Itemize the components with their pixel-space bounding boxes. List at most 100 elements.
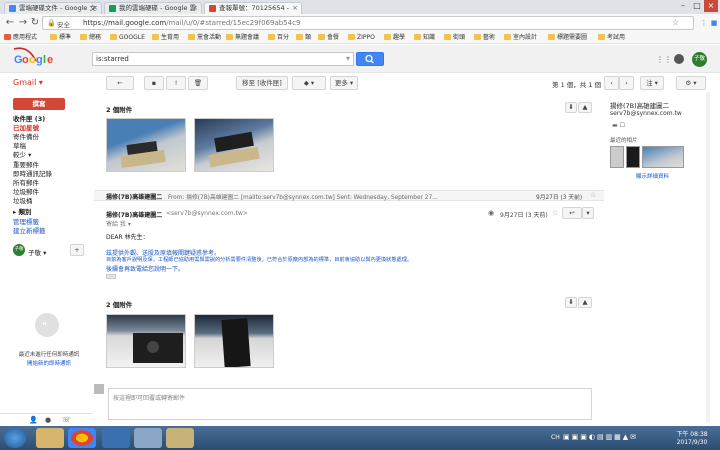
- maximize-icon[interactable]: □: [690, 0, 704, 12]
- bookmark-item[interactable]: 趣學: [384, 33, 405, 42]
- bookmark-item[interactable]: 類: [296, 33, 311, 42]
- close-icon[interactable]: ×: [92, 3, 98, 14]
- contact-actions-icon[interactable]: ▬ ☐: [612, 122, 625, 129]
- nav-sent[interactable]: 寄件備份: [13, 133, 39, 141]
- back-icon[interactable]: ←: [4, 17, 16, 29]
- older-icon[interactable]: ›: [619, 76, 634, 90]
- back-to-list-button[interactable]: ←: [106, 76, 134, 90]
- delete-icon[interactable]: 🗑: [188, 76, 208, 90]
- nav-chats[interactable]: 即時通訊記錄: [13, 170, 52, 178]
- bookmark-item[interactable]: 無題會議: [226, 33, 259, 42]
- explorer-icon[interactable]: [36, 428, 64, 448]
- recent-photo[interactable]: [626, 146, 640, 168]
- star-icon[interactable]: ☆: [552, 209, 558, 217]
- bookmark-item[interactable]: 知識: [414, 33, 435, 42]
- search-options-icon[interactable]: ▾: [346, 54, 350, 63]
- bookmark-item[interactable]: 考試用: [598, 33, 625, 42]
- bookmark-item[interactable]: 會餐: [318, 33, 339, 42]
- chrome-icon[interactable]: [68, 428, 96, 448]
- search-box[interactable]: is:starred ▾: [92, 52, 354, 66]
- gmail-app-label[interactable]: Gmail ▾: [13, 78, 43, 87]
- contact-name[interactable]: 揚修(7B)高雄建圖二: [610, 100, 669, 110]
- new-chat-button[interactable]: +: [70, 244, 84, 256]
- nav-create-label[interactable]: 建立新標籤: [13, 227, 46, 235]
- notifications-icon[interactable]: [674, 54, 684, 64]
- recent-photo[interactable]: [610, 146, 624, 168]
- archive-icon[interactable]: ▪: [144, 76, 164, 90]
- browser-tab-2[interactable]: 我的雲端硬碟 - Google 雲 ×: [104, 2, 202, 14]
- bookmark-item[interactable]: 總務: [80, 33, 101, 42]
- scrollbar[interactable]: [706, 92, 710, 422]
- nav-categories[interactable]: ▸ 類別: [13, 208, 32, 216]
- show-details-link[interactable]: 顯示詳細資料: [636, 172, 669, 180]
- reply-button[interactable]: ↩: [562, 207, 582, 219]
- app-icon[interactable]: [102, 428, 130, 448]
- move-to-inbox-button[interactable]: 移至 [收件匣]: [236, 76, 288, 90]
- bookmark-item[interactable]: ZIPPO: [348, 33, 375, 42]
- bookmark-item[interactable]: 室內設計: [504, 33, 537, 42]
- app-icon[interactable]: [166, 428, 194, 448]
- close-icon[interactable]: ×: [292, 3, 298, 14]
- nav-trash[interactable]: 垃圾桶: [13, 197, 33, 205]
- newer-icon[interactable]: ‹: [604, 76, 619, 90]
- bookmark-item[interactable]: 生育用: [152, 33, 179, 42]
- minimize-icon[interactable]: –: [676, 0, 690, 12]
- bookmark-apps[interactable]: 應用程式: [4, 33, 37, 42]
- compose-button[interactable]: 撰寫: [13, 98, 65, 110]
- download-all-icon[interactable]: ⬇: [565, 297, 577, 308]
- attachment-thumbnail[interactable]: [194, 314, 274, 368]
- labels-button[interactable]: ◆ ▾: [292, 76, 326, 90]
- search-input[interactable]: is:starred: [96, 55, 129, 63]
- close-icon[interactable]: ×: [192, 3, 198, 14]
- more-actions-icon[interactable]: ▾: [582, 207, 594, 219]
- reload-icon[interactable]: ↻: [29, 17, 41, 29]
- hangouts-small-icon[interactable]: ●: [45, 416, 51, 424]
- settings-button[interactable]: ⚙ ▾: [676, 76, 706, 90]
- bookmark-item[interactable]: 街頭: [444, 33, 465, 42]
- collapsed-message[interactable]: 揚修(7B)高雄建圖二 From: 揚修(7B)高雄建圖二 [mailto:se…: [94, 190, 604, 201]
- apps-grid-icon[interactable]: ⋮⋮: [656, 55, 672, 64]
- attachment-thumbnail[interactable]: [194, 118, 274, 172]
- chat-user-name[interactable]: 子敬 ▾: [28, 247, 46, 257]
- bookmark-item[interactable]: 標準: [50, 33, 71, 42]
- bookmark-item[interactable]: 藝術: [474, 33, 495, 42]
- bookmark-item[interactable]: 黨會活動: [188, 33, 221, 42]
- reply-box[interactable]: 按這裡即可回覆或轉寄郵件: [108, 388, 592, 420]
- phone-icon[interactable]: ☏: [62, 416, 71, 424]
- extension-icon[interactable]: ■: [708, 17, 720, 29]
- input-tools-button[interactable]: 注 ▾: [640, 76, 664, 90]
- report-spam-icon[interactable]: !: [166, 76, 186, 90]
- save-to-drive-icon[interactable]: ▲: [578, 102, 592, 113]
- save-to-drive-icon[interactable]: ▲: [578, 297, 592, 308]
- hangouts-start-link[interactable]: 開始新的即時通訊: [12, 359, 86, 367]
- more-button[interactable]: 更多 ▾: [330, 76, 358, 90]
- nav-less[interactable]: 較少 ▾: [13, 151, 31, 159]
- nav-drafts[interactable]: 草稿: [13, 142, 26, 150]
- app-icon[interactable]: [134, 428, 162, 448]
- nav-inbox[interactable]: 收件匣 (3): [13, 115, 45, 123]
- attachment-thumbnail[interactable]: [106, 314, 186, 368]
- nav-all-mail[interactable]: 所有郵件: [13, 179, 39, 187]
- close-window-icon[interactable]: ×: [704, 0, 718, 12]
- forward-icon[interactable]: →: [17, 17, 29, 29]
- nav-spam[interactable]: 垃圾郵件: [13, 188, 39, 196]
- show-trimmed-content-icon[interactable]: ···: [106, 274, 116, 279]
- tray-icons[interactable]: ▣▣▣◐▤▥▦▲✉: [563, 433, 638, 441]
- bookmark-item[interactable]: GOOGLE: [110, 33, 145, 42]
- google-logo[interactable]: G o o g l e: [10, 47, 58, 69]
- clock-date[interactable]: 2017/9/30: [672, 439, 712, 446]
- search-button[interactable]: [356, 52, 384, 66]
- star-icon[interactable]: ☆: [672, 18, 679, 27]
- message-recipients[interactable]: 寄給 我 ▾: [106, 219, 131, 228]
- person-icon[interactable]: 👤: [29, 416, 38, 424]
- clock-time[interactable]: 下午 08:38: [672, 429, 712, 438]
- address-bar[interactable]: 🔒 安全 https://mail.google.com/mail/u/0/#s…: [42, 16, 694, 30]
- attachment-thumbnail[interactable]: [106, 118, 186, 172]
- browser-tab-3[interactable]: 查報單號：70125654 - ×: [204, 2, 302, 14]
- nav-starred[interactable]: 已加星號: [13, 124, 39, 132]
- nav-manage-labels[interactable]: 管理標籤: [13, 218, 39, 226]
- nav-important[interactable]: 重要郵件: [13, 161, 39, 169]
- recent-photo[interactable]: [642, 146, 684, 168]
- star-icon[interactable]: ☆: [590, 191, 596, 199]
- download-all-icon[interactable]: ⬇: [565, 102, 577, 113]
